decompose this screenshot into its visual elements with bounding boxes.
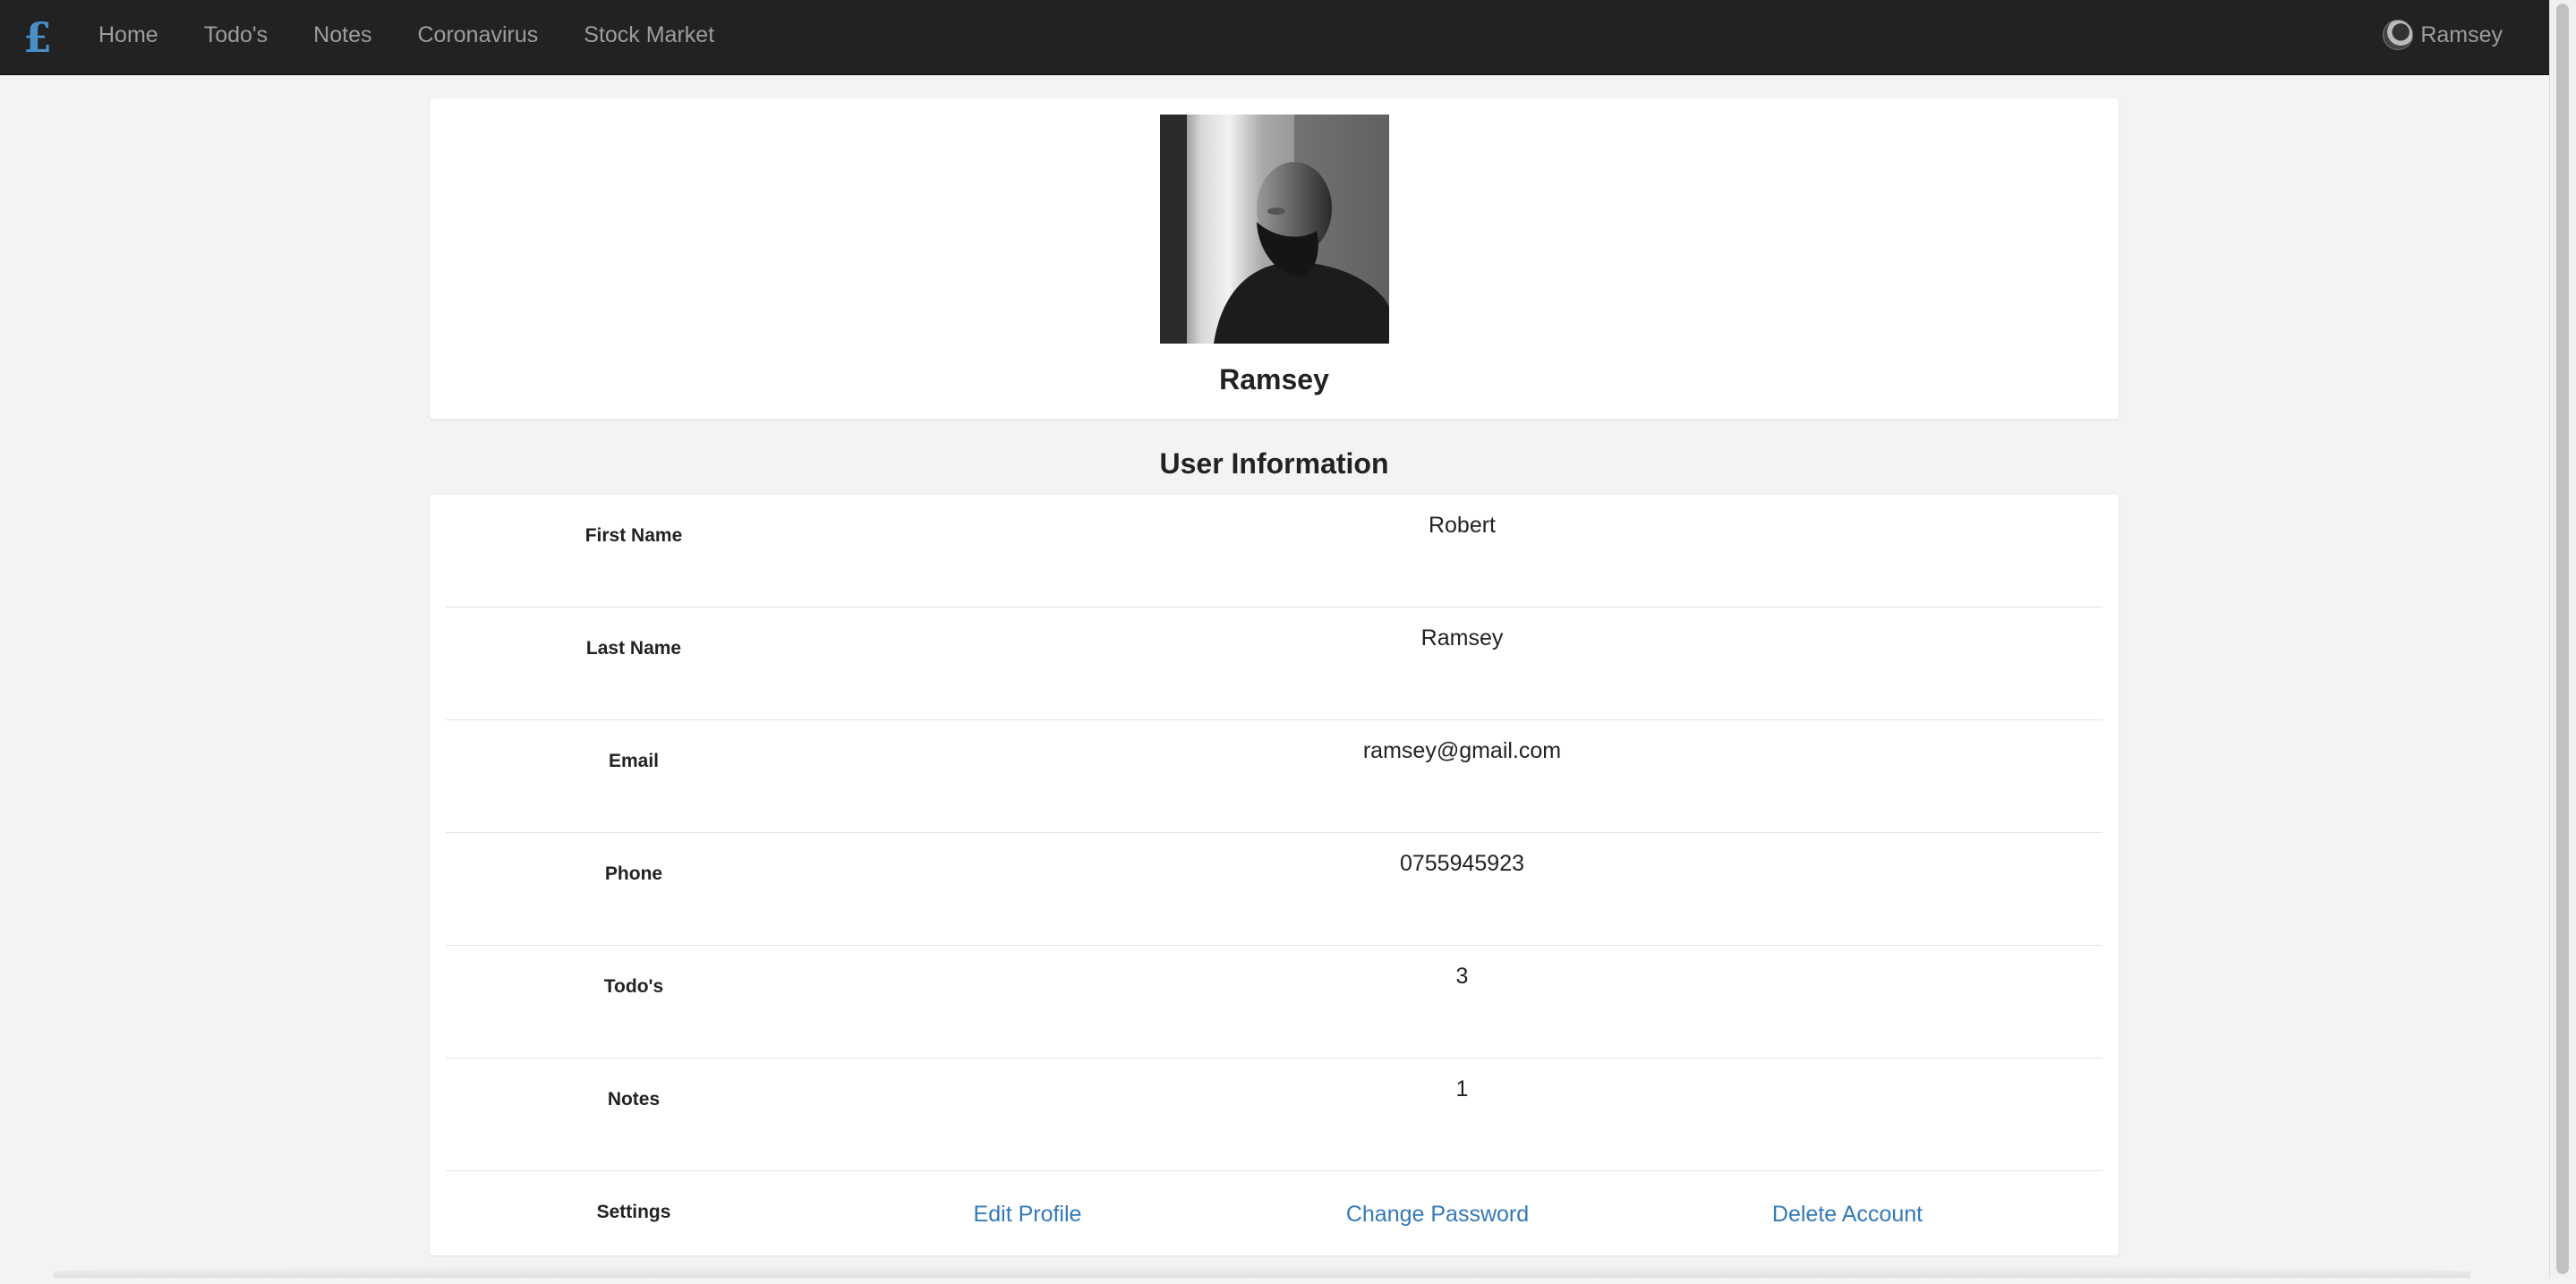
row-value: 0755945923 [1399, 851, 1525, 876]
nav-link-coronavirus[interactable]: Coronavirus [417, 0, 538, 75]
profile-photo-image [1160, 115, 1389, 344]
profile-name: Ramsey [1219, 363, 1329, 395]
nav-links: Home Todo's Notes Coronavirus Stock Mark… [98, 0, 760, 75]
info-row-notes: Notes 1 [446, 1059, 2103, 1171]
profile-card: Ramsey [430, 98, 2119, 419]
nav-link-home[interactable]: Home [98, 0, 158, 75]
change-password-link[interactable]: Change Password [1346, 1202, 1529, 1228]
avatar [2383, 20, 2414, 50]
vertical-scrollbar[interactable] [2549, 0, 2576, 1278]
user-info-card: First Name Robert Last Name Ramsey Email… [430, 495, 2119, 1255]
nav-link-todos[interactable]: Todo's [204, 0, 268, 75]
delete-account-link[interactable]: Delete Account [1772, 1202, 1923, 1228]
edit-profile-link[interactable]: Edit Profile [974, 1202, 1082, 1228]
info-row-first-name: First Name Robert [446, 495, 2103, 608]
scrollbar-thumb[interactable] [2556, 4, 2569, 1274]
section-title: User Information [1159, 447, 1389, 480]
row-label: Notes [607, 1089, 661, 1110]
row-label: First Name [584, 525, 683, 546]
user-menu[interactable]: Ramsey [2383, 0, 2503, 75]
info-row-todos: Todo's 3 [446, 946, 2103, 1059]
row-value: Robert [1428, 513, 1497, 538]
row-value: Ramsey [1420, 625, 1504, 651]
row-label: Last Name [585, 638, 682, 659]
row-label: Todo's [603, 976, 664, 997]
row-value: 1 [1455, 1076, 1469, 1101]
brand-logo[interactable]: £ [23, 13, 52, 63]
row-value: 3 [1455, 964, 1469, 989]
row-label: Email [608, 751, 660, 771]
row-label: Phone [604, 863, 663, 884]
nav-link-notes[interactable]: Notes [313, 0, 371, 75]
nav-link-stock-market[interactable]: Stock Market [584, 0, 714, 75]
info-row-last-name: Last Name Ramsey [446, 608, 2103, 720]
user-name: Ramsey [2420, 21, 2503, 47]
row-label: Settings [596, 1202, 671, 1222]
user-info-table: First Name Robert Last Name Ramsey Email… [446, 495, 2103, 1284]
settings-links: Edit Profile Change Password Delete Acco… [822, 1202, 2103, 1237]
row-value: ramsey@gmail.com [1362, 738, 1562, 763]
top-navbar: £ Home Todo's Notes Coronavirus Stock Ma… [0, 0, 2549, 75]
info-row-email: Email ramsey@gmail.com [446, 720, 2103, 833]
profile-photo [1160, 115, 1389, 344]
bottom-shadow [54, 1265, 2470, 1278]
info-row-phone: Phone 0755945923 [446, 833, 2103, 946]
